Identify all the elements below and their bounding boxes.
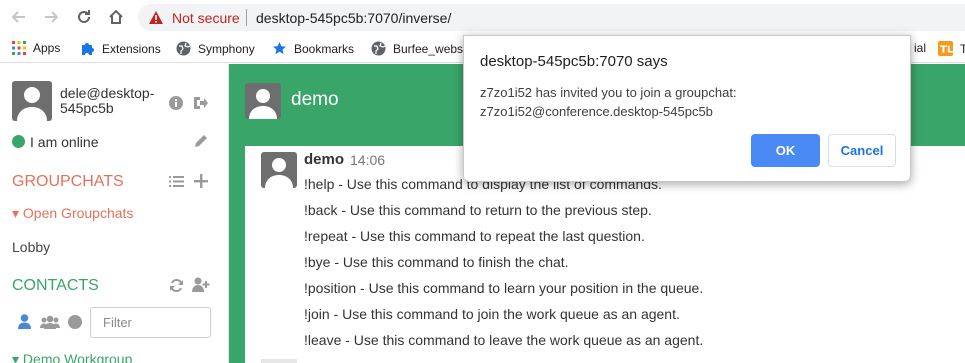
dialog-message-line: z7zo1i52@conference.desktop-545pc5b [480, 104, 713, 119]
dialog-message: z7zo1i52 has invited you to join a group… [480, 83, 900, 121]
arrow-right-icon [45, 11, 59, 23]
star-icon [273, 42, 286, 55]
bookmark-label: Symphony [198, 41, 255, 56]
message-line: !bye - Use this command to finish the ch… [304, 254, 569, 270]
bookmark-extensions[interactable]: Extensions [80, 41, 161, 56]
arrow-left-icon [11, 11, 25, 23]
puzzle-piece-icon [82, 43, 94, 55]
person-icon [265, 158, 293, 188]
room-lobby[interactable]: Lobby [12, 239, 50, 255]
caret-down-icon: ▾ [12, 351, 20, 363]
reload-icon [78, 10, 90, 23]
message-avatar [261, 152, 297, 188]
plus-icon[interactable] [194, 174, 208, 188]
bookmark-label: ial [914, 41, 927, 55]
bookmark-apps[interactable]: Apps [12, 41, 60, 55]
home-icon [109, 9, 123, 24]
next-message-avatar [261, 359, 297, 363]
message-author: demo [304, 151, 345, 168]
home-button[interactable] [105, 6, 127, 28]
bookmark-burfee[interactable]: Burfee_websi [371, 41, 466, 56]
status-filter-icon[interactable] [68, 315, 82, 329]
sync-icon[interactable] [169, 278, 184, 293]
url-text[interactable]: desktop-545pc5b:7070/inverse/ [256, 10, 451, 26]
message-line: !join - Use this command to join the wor… [304, 306, 680, 322]
apps-grid-icon [12, 41, 26, 55]
list-icon[interactable] [169, 175, 184, 188]
forward-button[interactable] [40, 6, 62, 28]
chat-title: demo [291, 89, 339, 110]
logout-icon[interactable] [193, 96, 208, 110]
open-groupchats-toggle[interactable]: ▾ Open Groupchats [12, 205, 133, 222]
bookmark-bookmarks[interactable]: Bookmarks [272, 41, 354, 56]
bookmark-label: Apps [33, 41, 61, 55]
groupchats-heading: GROUPCHATS [12, 173, 124, 190]
bookmark-label: Extensions [102, 41, 161, 56]
message-line: !repeat - Use this command to repeat the… [304, 228, 645, 244]
person-icon [249, 89, 277, 119]
open-groupchats-label: Open Groupchats [22, 205, 134, 221]
contacts-filter-input[interactable] [90, 307, 211, 338]
alert-dialog: desktop-545pc5b:7070 says z7zo1i52 has i… [463, 35, 911, 182]
globe-icon [176, 41, 191, 56]
bookmark-tl[interactable]: TL T [938, 41, 965, 56]
globe-icon [371, 41, 386, 56]
security-status[interactable]: Not secure [172, 10, 240, 26]
browser-toolbar: Not secure desktop-545pc5b:7070/inverse/ [0, 0, 965, 35]
info-icon[interactable] [169, 96, 183, 110]
dialog-message-line: z7zo1i52 has invited you to join a group… [480, 85, 737, 100]
bookmark-label: Bookmarks [294, 41, 355, 56]
message-line: !leave - Use this command to leave the w… [304, 332, 704, 348]
user-filter-icon[interactable] [18, 314, 31, 329]
message-line: !back - Use this command to return to th… [304, 202, 652, 218]
status-text[interactable]: I am online [30, 134, 98, 150]
add-contact-icon[interactable] [192, 277, 210, 292]
bookmark-label: T [960, 41, 965, 56]
warning-icon [149, 11, 163, 24]
bookmark-symphony[interactable]: Symphony [176, 41, 255, 56]
online-status-dot [12, 135, 25, 148]
reload-button[interactable] [73, 6, 95, 28]
message-line: !position - Use this command to learn yo… [304, 280, 704, 296]
sidebar: dele@desktop-545pc5b I am online GROUPCH… [0, 64, 229, 363]
username: dele@desktop-545pc5b [60, 85, 155, 116]
user-avatar[interactable] [12, 81, 52, 121]
ok-button[interactable]: OK [751, 134, 820, 167]
dialog-title: desktop-545pc5b:7070 says [480, 53, 668, 70]
back-button[interactable] [8, 6, 30, 28]
pencil-icon[interactable] [194, 134, 208, 148]
cancel-button[interactable]: Cancel [828, 134, 896, 167]
person-icon [17, 87, 47, 121]
contact-group-label: Demo Workgroup [22, 351, 133, 363]
contact-group-demo-workgroup[interactable]: ▾ Demo Workgroup [12, 351, 132, 363]
chat-avatar [245, 83, 281, 119]
group-filter-icon[interactable] [40, 315, 60, 329]
address-bar[interactable]: Not secure desktop-545pc5b:7070/inverse/ [138, 4, 965, 31]
bookmark-partial[interactable]: ial [914, 41, 926, 55]
contacts-heading: CONTACTS [12, 277, 99, 294]
bookmark-label: Burfee_websi [393, 41, 466, 56]
caret-down-icon: ▾ [12, 205, 20, 221]
svg-text:TL: TL [940, 45, 953, 56]
message-time: 14:06 [350, 152, 386, 168]
tl-favicon-icon: TL [938, 41, 953, 56]
address-separator [246, 9, 247, 26]
